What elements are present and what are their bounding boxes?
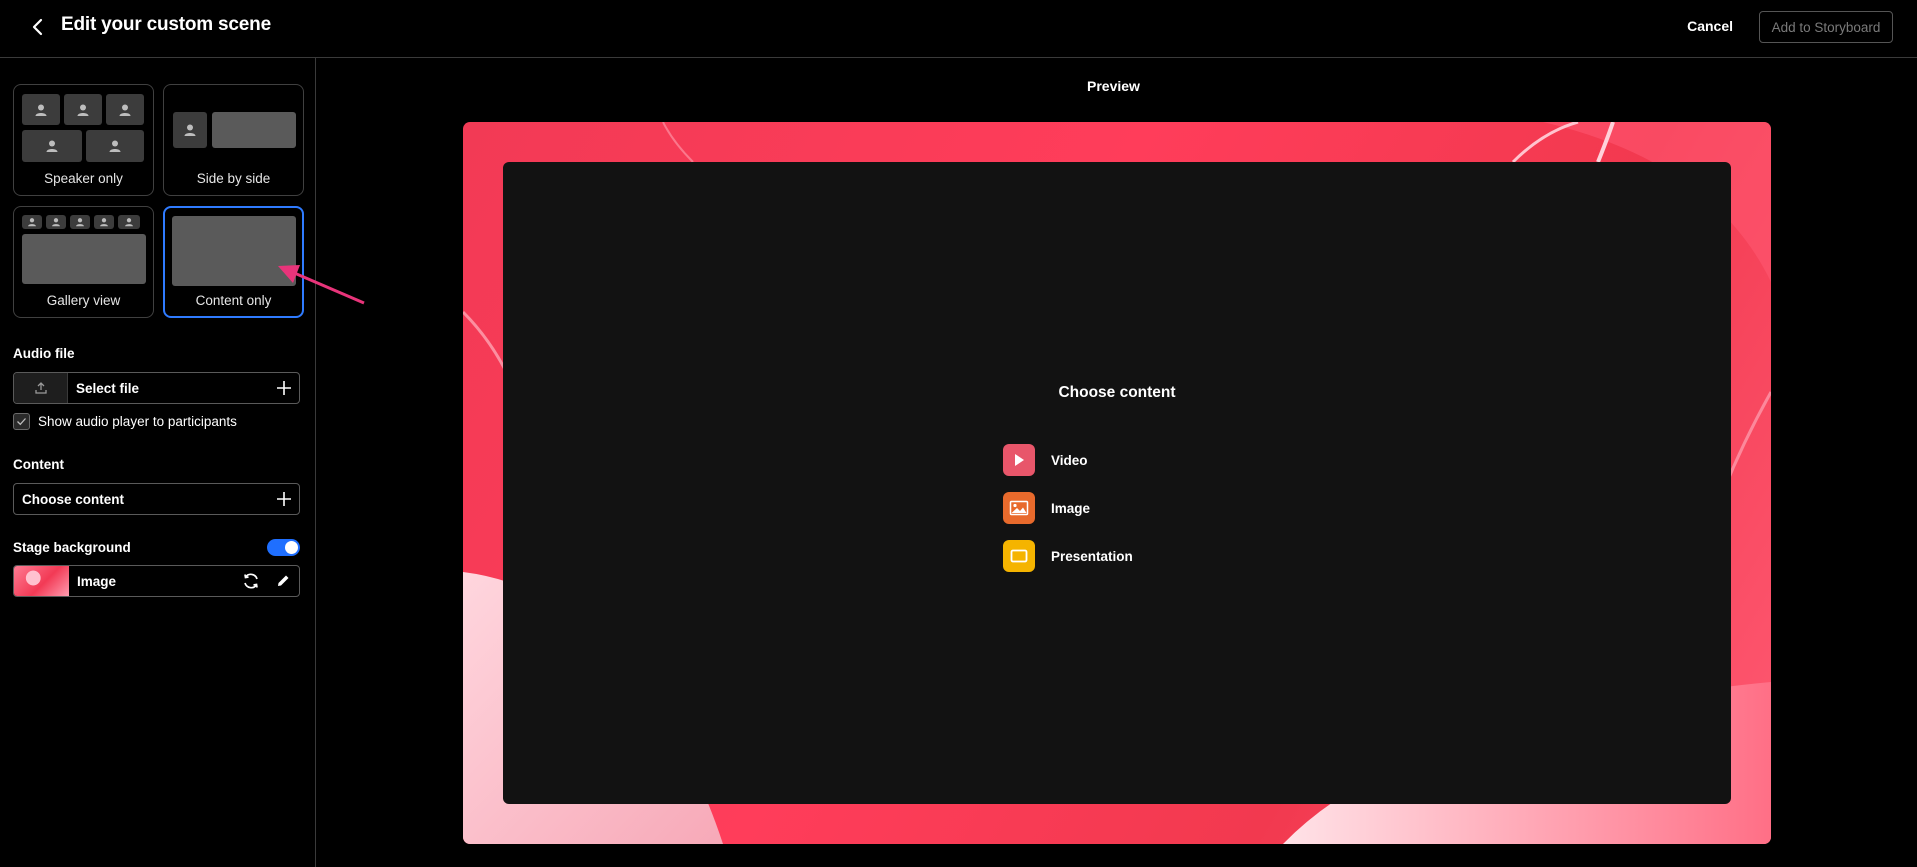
- show-audio-player-checkbox[interactable]: [13, 413, 30, 430]
- layout-label: Side by side: [196, 171, 271, 186]
- person-icon: [64, 94, 102, 125]
- play-icon: [1003, 444, 1035, 476]
- select-file-label: Select file: [76, 380, 140, 396]
- page-title: Edit your custom scene: [61, 14, 271, 35]
- person-icon: [22, 130, 82, 162]
- layout-content-only[interactable]: Content only: [163, 206, 304, 318]
- cancel-button[interactable]: Cancel: [1687, 18, 1733, 34]
- plus-icon[interactable]: [269, 491, 299, 507]
- stage-background-label: Stage background: [13, 540, 131, 555]
- person-icon: [118, 215, 140, 229]
- presentation-icon: [1003, 540, 1035, 572]
- person-icon: [173, 112, 207, 148]
- content-option-image[interactable]: Image: [1003, 492, 1090, 524]
- layout-side-by-side[interactable]: Side by side: [163, 84, 304, 196]
- content-option-presentation[interactable]: Presentation: [1003, 540, 1133, 572]
- person-icon: [70, 215, 90, 229]
- content-label: Content: [13, 457, 64, 472]
- background-thumbnail: [14, 566, 69, 596]
- choose-content-field[interactable]: Choose content: [13, 483, 300, 515]
- option-label: Video: [1051, 452, 1088, 468]
- layout-label: Content only: [195, 293, 272, 308]
- plus-icon[interactable]: [269, 380, 299, 396]
- image-icon: [1003, 492, 1035, 524]
- option-label: Image: [1051, 500, 1091, 516]
- person-icon: [94, 215, 114, 229]
- stage-background-field[interactable]: Image: [13, 565, 300, 597]
- upload-icon: [14, 373, 68, 403]
- option-label: Presentation: [1051, 548, 1133, 564]
- audio-file-label: Audio file: [13, 346, 75, 361]
- edit-pencil-icon[interactable]: [267, 566, 299, 596]
- person-icon: [46, 215, 66, 229]
- layout-label: Speaker only: [44, 171, 123, 186]
- content-placeholder: Choose content Video Image Presentation: [503, 162, 1731, 804]
- choose-content-title: Choose content: [1058, 384, 1176, 401]
- top-bar: Edit your custom scene Cancel Add to Sto…: [0, 0, 1917, 58]
- stage-background-toggle[interactable]: [267, 539, 300, 556]
- content-tile: [22, 234, 146, 284]
- content-option-video[interactable]: Video: [1003, 444, 1088, 476]
- toggle-knob: [285, 541, 298, 554]
- person-icon: [106, 94, 144, 125]
- select-audio-file-field[interactable]: Select file: [13, 372, 300, 404]
- person-icon: [22, 215, 42, 229]
- layout-gallery-view[interactable]: Gallery view: [13, 206, 154, 318]
- layout-label: Gallery view: [46, 293, 121, 308]
- show-audio-player-checkbox-row[interactable]: Show audio player to participants: [13, 413, 237, 430]
- content-tile: [212, 112, 296, 148]
- preview-title: Preview: [1087, 78, 1140, 94]
- content-tile: [172, 216, 296, 286]
- show-audio-player-label: Show audio player to participants: [38, 414, 237, 429]
- choose-content-label: Choose content: [22, 491, 125, 507]
- refresh-icon[interactable]: [235, 566, 267, 596]
- person-icon: [86, 130, 144, 162]
- layout-speaker-only[interactable]: Speaker only: [13, 84, 154, 196]
- background-type-label: Image: [77, 573, 117, 589]
- add-to-storyboard-button[interactable]: Add to Storyboard: [1759, 11, 1893, 43]
- person-icon: [22, 94, 60, 125]
- back-arrow-icon[interactable]: [26, 15, 50, 39]
